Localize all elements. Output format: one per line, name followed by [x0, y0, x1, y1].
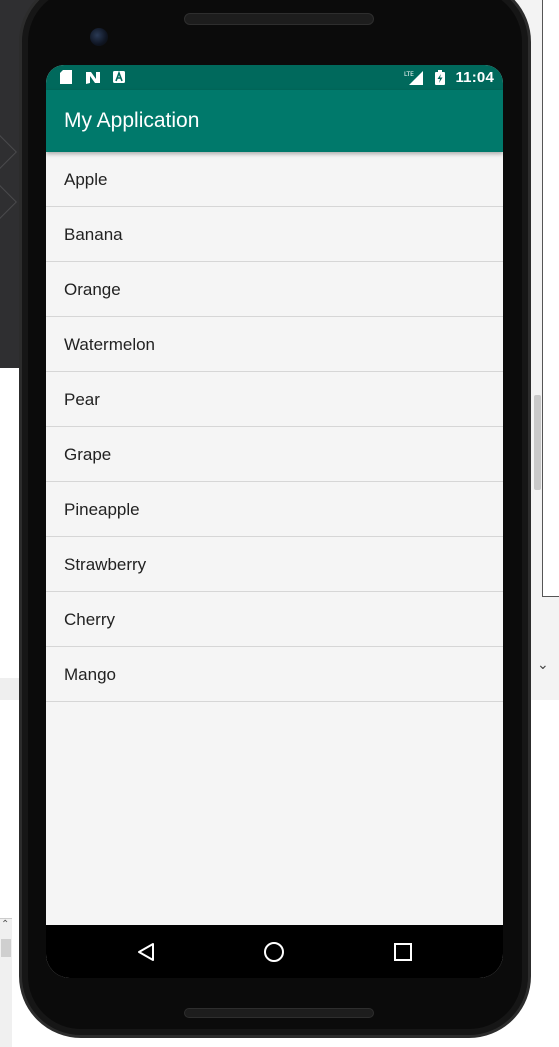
status-time: 11:04: [455, 69, 494, 86]
lte-signal-icon: LTE: [404, 70, 424, 85]
scrollbar-thumb[interactable]: [1, 939, 11, 957]
list-item-label: Banana: [64, 225, 123, 244]
list-item[interactable]: Strawberry: [46, 537, 503, 592]
svg-text:LTE: LTE: [404, 71, 414, 78]
list-item[interactable]: Orange: [46, 262, 503, 317]
list-item-label: Orange: [64, 280, 121, 299]
bottom-speaker: [184, 1008, 374, 1018]
recents-button[interactable]: [378, 925, 428, 978]
app-bar: My Application: [46, 90, 503, 152]
back-button[interactable]: [121, 925, 171, 978]
chevron-up-icon[interactable]: ⌃: [1, 919, 9, 930]
earpiece-speaker: [184, 13, 374, 25]
home-icon: [264, 941, 284, 962]
background-scrollbar[interactable]: ⌃: [0, 918, 12, 1047]
fruit-list: Apple Banana Orange Watermelon Pear Grap…: [46, 152, 503, 702]
list-item-label: Mango: [64, 665, 116, 684]
background-scrollbar-thumb[interactable]: [534, 395, 541, 490]
status-bar: LTE 11:04: [46, 65, 503, 90]
list-item[interactable]: Watermelon: [46, 317, 503, 372]
recents-icon: [394, 942, 412, 961]
app-title: My Application: [64, 109, 200, 132]
device-screen: LTE 11:04 My Application Apple Banana Or…: [46, 65, 503, 978]
list-item[interactable]: Mango: [46, 647, 503, 702]
front-camera: [90, 28, 108, 46]
list-item-label: Pear: [64, 390, 100, 409]
battery-charging-icon: [435, 69, 445, 85]
list-item[interactable]: Grape: [46, 427, 503, 482]
list-item[interactable]: Banana: [46, 207, 503, 262]
list-item-label: Apple: [64, 170, 108, 189]
list-item[interactable]: Apple: [46, 152, 503, 207]
list-item-label: Grape: [64, 445, 112, 464]
list-item[interactable]: Cherry: [46, 592, 503, 647]
sd-card-icon: [60, 70, 72, 84]
background-right-box: [542, 0, 559, 597]
list-item-label: Watermelon: [64, 335, 156, 354]
navigation-bar: [46, 925, 503, 978]
back-icon: [138, 942, 154, 961]
list-item-label: Pineapple: [64, 500, 140, 519]
list-item-label: Strawberry: [64, 555, 147, 574]
home-button[interactable]: [249, 925, 299, 978]
list-item-label: Cherry: [64, 610, 116, 629]
list-item[interactable]: Pineapple: [46, 482, 503, 537]
list-item[interactable]: Pear: [46, 372, 503, 427]
a-logo-icon: [113, 70, 125, 84]
chevron-down-icon[interactable]: ⌄: [537, 656, 549, 673]
screenshot-stage: ⌄ ⌃ LTE 11:04 My Application Apple Banan…: [0, 0, 559, 1047]
n-logo-icon: [85, 70, 101, 84]
